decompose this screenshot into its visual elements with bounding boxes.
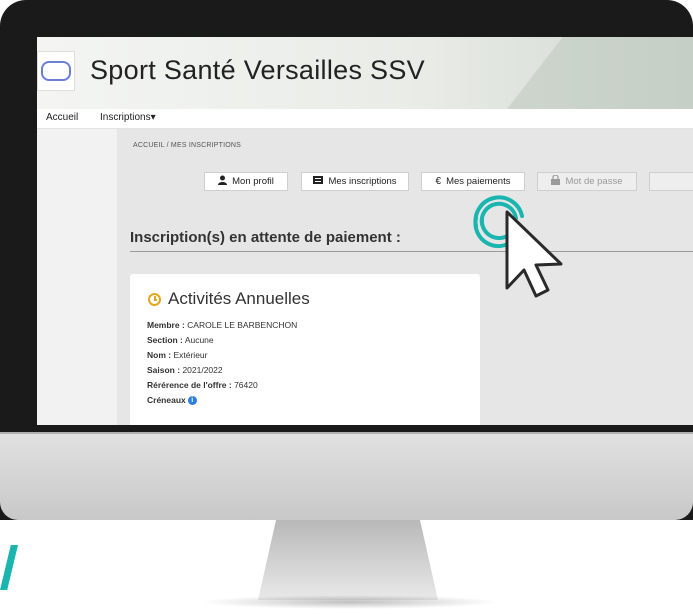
clock-icon [148, 292, 161, 306]
field-section-label: Section : [147, 335, 183, 345]
field-member-value: CAROLE LE BARBENCHON [187, 320, 298, 330]
payments-button[interactable]: € Mes paiements [421, 172, 525, 191]
field-name-value: Extérieur [173, 350, 208, 360]
pointer-cursor-icon [505, 210, 563, 298]
field-season-value: 2021/2022 [182, 365, 223, 375]
nav-inscriptions-label: Inscriptions [100, 112, 151, 123]
teal-accent-shape [0, 545, 18, 590]
field-section-value: Aucune [184, 335, 214, 345]
section-title: Inscription(s) en attente de paiement : [130, 229, 401, 246]
field-section: Section : Aucune [147, 335, 214, 345]
monitor-divider [0, 432, 693, 434]
navbar: Accueil Inscriptions▾ [37, 109, 693, 129]
field-member: Membre : CAROLE LE BARBENCHON [147, 320, 297, 330]
euro-icon: € [435, 176, 442, 187]
inscriptions-button[interactable]: Mes inscriptions [301, 172, 409, 191]
field-name-label: Nom : [147, 350, 172, 360]
left-column [37, 129, 117, 425]
field-season-label: Saison : [147, 365, 181, 375]
profile-button[interactable]: Mon profil [204, 172, 288, 191]
site-logo[interactable] [37, 51, 75, 91]
lock-icon [551, 174, 561, 188]
list-icon [313, 176, 324, 187]
cursor-overlay [473, 195, 563, 298]
card-title: Activités Annuelles [168, 289, 310, 308]
field-reference-value: 76420 [234, 380, 258, 390]
chevron-down-icon: ▾ [150, 112, 156, 123]
field-member-label: Membre : [147, 320, 185, 330]
payments-label: Mes paiements [446, 176, 511, 187]
field-reference: Rérérence de l'offre : 76420 [147, 380, 258, 390]
user-icon [218, 175, 228, 188]
password-button[interactable]: Mot de passe [537, 172, 637, 191]
card-header: Activités Annuelles [148, 289, 310, 309]
info-icon[interactable]: i [187, 396, 197, 406]
field-slots: Créneaux i [147, 395, 197, 406]
field-season: Saison : 2021/2022 [147, 365, 223, 375]
nav-inscriptions[interactable]: Inscriptions▾ [100, 112, 156, 123]
inscriptions-label: Mes inscriptions [328, 176, 397, 187]
nav-home[interactable]: Accueil [46, 112, 78, 123]
field-reference-label: Rérérence de l'offre : [147, 380, 232, 390]
screen: Sport Santé Versailles SSV Accueil Inscr… [37, 37, 693, 425]
section-divider [130, 251, 693, 252]
password-label: Mot de passe [565, 176, 623, 187]
more-button[interactable] [649, 172, 693, 191]
field-slots-label: Créneaux [147, 395, 186, 405]
logo-mark [41, 61, 71, 81]
field-name: Nom : Extérieur [147, 350, 207, 360]
site-title: Sport Santé Versailles SSV [90, 55, 425, 85]
monitor-chin [0, 432, 693, 520]
stand-shadow [200, 595, 500, 609]
breadcrumb: ACCUEIL / MES INSCRIPTIONS [133, 142, 242, 149]
profile-label: Mon profil [232, 176, 274, 187]
inscription-card: Activités Annuelles Membre : CAROLE LE B… [130, 274, 480, 425]
monitor-stand [258, 520, 438, 600]
